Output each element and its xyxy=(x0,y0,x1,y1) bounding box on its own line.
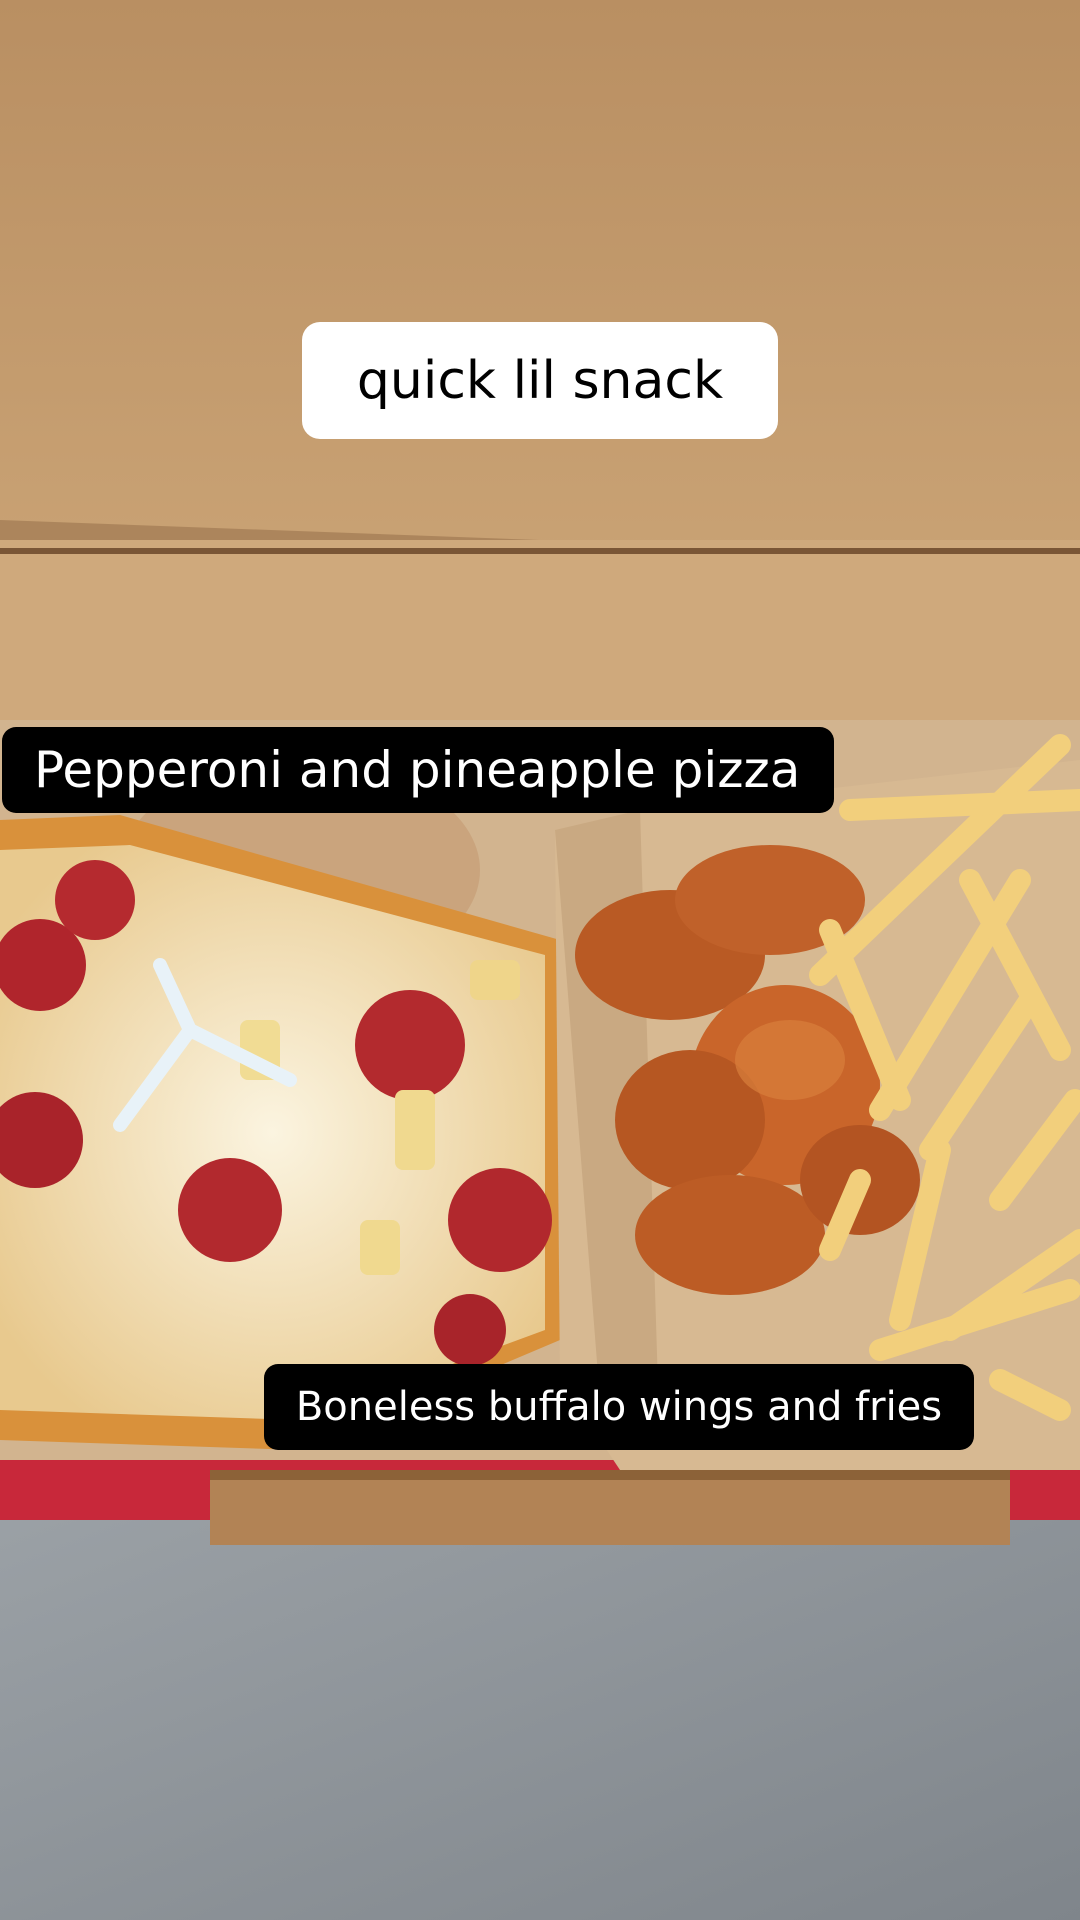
photo-scene xyxy=(0,0,1080,1920)
box-lid xyxy=(0,0,1080,560)
carpet-floor xyxy=(0,1500,1080,1920)
caption-wings: Boneless buffalo wings and fries xyxy=(264,1364,974,1450)
caption-pizza: Pepperoni and pineapple pizza xyxy=(2,727,834,813)
box-back-wall xyxy=(0,540,1080,740)
caption-top: quick lil snack xyxy=(302,322,778,439)
